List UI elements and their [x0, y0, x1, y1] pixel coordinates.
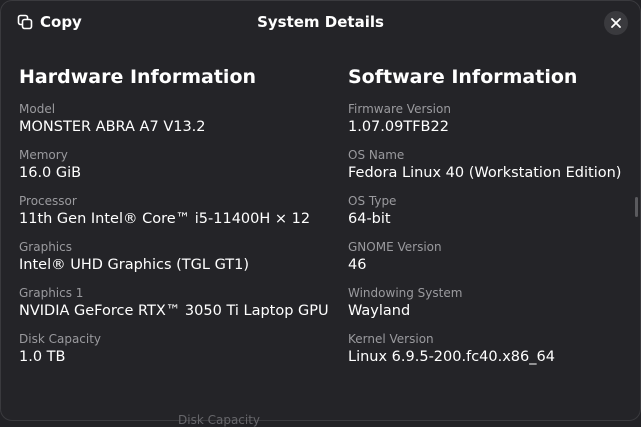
hardware-row-processor[interactable]: Processor 11th Gen Intel® Core™ i5-11400… [19, 193, 319, 239]
info-label: Firmware Version [348, 102, 451, 116]
scroll-indicator[interactable] [635, 197, 638, 217]
info-label: Memory [19, 148, 68, 162]
info-label: OS Name [348, 148, 405, 162]
info-label: Disk Capacity [19, 332, 102, 346]
software-row-os-name[interactable]: OS Name Fedora Linux 40 (Workstation Edi… [348, 147, 628, 193]
hardware-row-memory[interactable]: Memory 16.0 GiB [19, 147, 319, 193]
info-label: Windowing System [348, 286, 463, 300]
info-value: Fedora Linux 40 (Workstation Edition) [348, 165, 622, 181]
system-details-dialog: Copy System Details Hardware Information… [0, 0, 641, 421]
info-label: Model [19, 102, 56, 116]
info-label: GNOME Version [348, 240, 442, 254]
copy-button[interactable]: Copy [12, 9, 86, 35]
info-value: Wayland [348, 303, 411, 319]
info-value: Linux 6.9.5-200.fc40.x86_64 [348, 349, 555, 365]
info-label: Graphics 1 [19, 286, 84, 300]
info-label: OS Type [348, 194, 397, 208]
info-value: MONSTER ABRA A7 V13.2 [19, 119, 206, 135]
info-label: Graphics [19, 240, 72, 254]
header-bar: Copy System Details [1, 1, 640, 45]
copy-button-label: Copy [40, 13, 82, 31]
info-value: 11th Gen Intel® Core™ i5-11400H × 12 [19, 211, 311, 227]
copy-icon [16, 13, 34, 31]
window-title: System Details [257, 13, 384, 31]
close-button[interactable] [604, 11, 628, 35]
background-partial-text: Disk Capacity [178, 413, 261, 427]
info-label: Processor [19, 194, 77, 208]
software-row-kernel-version[interactable]: Kernel Version Linux 6.9.5-200.fc40.x86_… [348, 331, 628, 377]
software-row-os-type[interactable]: OS Type 64-bit [348, 193, 628, 239]
hardware-row-graphics-1[interactable]: Graphics 1 NVIDIA GeForce RTX™ 3050 Ti L… [19, 285, 329, 331]
software-heading: Software Information [348, 66, 578, 88]
info-value: Intel® UHD Graphics (TGL GT1) [19, 257, 250, 273]
hardware-row-disk-capacity[interactable]: Disk Capacity 1.0 TB [19, 331, 319, 377]
hardware-row-graphics[interactable]: Graphics Intel® UHD Graphics (TGL GT1) [19, 239, 319, 285]
info-value: 16.0 GiB [19, 165, 82, 181]
hardware-row-model[interactable]: Model MONSTER ABRA A7 V13.2 [19, 101, 319, 147]
info-value: 64-bit [348, 211, 391, 227]
info-value: 1.07.09TFB22 [348, 119, 449, 135]
software-row-windowing-system[interactable]: Windowing System Wayland [348, 285, 628, 331]
close-icon [611, 18, 621, 28]
info-value: 1.0 TB [19, 349, 66, 365]
software-row-gnome-version[interactable]: GNOME Version 46 [348, 239, 628, 285]
info-label: Kernel Version [348, 332, 434, 346]
info-value: 46 [348, 257, 367, 273]
software-section: Software Information Firmware Version 1.… [348, 65, 628, 377]
hardware-heading: Hardware Information [19, 66, 257, 88]
software-row-firmware-version[interactable]: Firmware Version 1.07.09TFB22 [348, 101, 628, 147]
info-value: NVIDIA GeForce RTX™ 3050 Ti Laptop GPU [19, 303, 329, 319]
hardware-section: Hardware Information Model MONSTER ABRA … [19, 65, 329, 377]
